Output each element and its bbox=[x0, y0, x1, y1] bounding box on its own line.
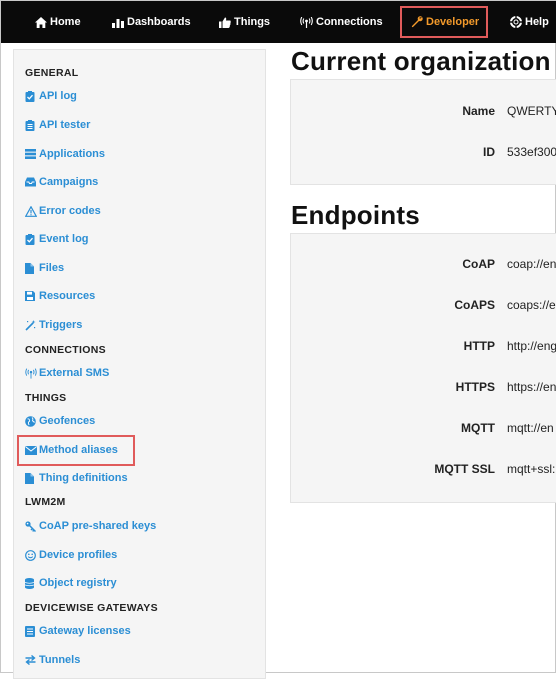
nav-developer-label: Developer bbox=[426, 16, 480, 28]
sidebar-item-event-log[interactable]: Event log bbox=[25, 233, 89, 245]
section-gateways-heading: DEVICEWISE GATEWAYS bbox=[25, 602, 158, 614]
sidebar-item-label: Error codes bbox=[39, 205, 101, 217]
endpoint-coaps-label: CoAPS bbox=[454, 298, 495, 312]
endpoint-mqtt-label: MQTT bbox=[461, 421, 495, 435]
endpoint-coap-value: coap://en bbox=[507, 257, 556, 271]
bar-chart-icon bbox=[112, 17, 124, 28]
file-icon bbox=[25, 262, 38, 274]
endpoint-mqtt-ssl-label: MQTT SSL bbox=[434, 462, 495, 476]
org-name-value: QWERTY bbox=[507, 104, 556, 118]
clipboard-check-icon bbox=[25, 90, 38, 102]
lifebuoy-icon bbox=[510, 16, 522, 28]
sidebar-item-external-sms[interactable]: External SMS bbox=[25, 367, 109, 379]
sidebar-item-label: CoAP pre-shared keys bbox=[39, 520, 157, 532]
nav-connections[interactable]: Connections bbox=[300, 1, 383, 43]
section-connections-heading: CONNECTIONS bbox=[25, 344, 106, 356]
smiley-face-icon bbox=[25, 549, 38, 561]
sidebar-item-triggers[interactable]: Triggers bbox=[25, 319, 82, 331]
clipboard-check-icon bbox=[25, 233, 38, 245]
sidebar-item-files[interactable]: Files bbox=[25, 262, 64, 274]
envelope-icon bbox=[25, 445, 38, 455]
nav-home[interactable]: Home bbox=[35, 1, 81, 43]
file-icon bbox=[25, 472, 38, 484]
nav-things[interactable]: Things bbox=[219, 1, 270, 43]
sidebar-item-label: Object registry bbox=[39, 577, 117, 589]
sidebar-item-label: API tester bbox=[39, 119, 91, 131]
sidebar-item-applications[interactable]: Applications bbox=[25, 148, 105, 160]
org-name-label: Name bbox=[462, 104, 495, 118]
sidebar-item-error-codes[interactable]: Error codes bbox=[25, 205, 101, 217]
section-general-heading: GENERAL bbox=[25, 67, 79, 79]
endpoint-coap-label: CoAP bbox=[462, 257, 495, 271]
org-id-label: ID bbox=[483, 145, 495, 159]
endpoint-http-value: http://eng bbox=[507, 339, 556, 353]
sidebar-item-label: Geofences bbox=[39, 415, 96, 427]
sidebar-item-method-aliases[interactable]: Method aliases bbox=[25, 444, 118, 456]
sidebar-item-object-registry[interactable]: Object registry bbox=[25, 577, 117, 589]
sidebar-item-api-tester[interactable]: API tester bbox=[25, 119, 90, 131]
sidebar-item-tunnels[interactable]: Tunnels bbox=[25, 654, 80, 666]
sidebar-item-thing-definitions[interactable]: Thing definitions bbox=[25, 472, 128, 484]
database-icon bbox=[25, 577, 38, 589]
nav-things-label: Things bbox=[234, 16, 271, 28]
thumbs-up-icon bbox=[219, 17, 231, 28]
broadcast-icon bbox=[300, 16, 313, 28]
globe-icon bbox=[25, 415, 38, 427]
broadcast-icon bbox=[25, 367, 38, 379]
nav-help-label: Help bbox=[525, 16, 549, 28]
org-id-value: 533ef300 bbox=[507, 145, 556, 159]
endpoint-mqtt-value: mqtt://en bbox=[507, 421, 554, 435]
sidebar-item-device-profiles[interactable]: Device profiles bbox=[25, 549, 117, 561]
nav-developer[interactable]: Developer bbox=[411, 1, 479, 43]
sidebar-item-campaigns[interactable]: Campaigns bbox=[25, 176, 98, 188]
sidebar-item-coap-pre-shared-keys[interactable]: CoAP pre-shared keys bbox=[25, 520, 156, 532]
nav-dashboards-label: Dashboards bbox=[127, 16, 191, 28]
clipboard-list-icon bbox=[25, 119, 38, 131]
sidebar-item-label: External SMS bbox=[39, 367, 110, 379]
endpoint-mqtt-ssl-value: mqtt+ssl: bbox=[507, 462, 556, 476]
list-icon bbox=[25, 625, 38, 637]
sidebar-item-label: Campaigns bbox=[39, 176, 99, 188]
endpoint-http-label: HTTP bbox=[463, 339, 495, 353]
sidebar-item-label: Gateway licenses bbox=[39, 625, 131, 637]
wrench-icon bbox=[411, 16, 423, 28]
sidebar-item-resources[interactable]: Resources bbox=[25, 290, 95, 302]
current-organization-heading: Current organization bbox=[291, 46, 551, 76]
nav-home-label: Home bbox=[50, 16, 81, 28]
organization-panel: Name QWERTY ID 533ef300 bbox=[290, 79, 556, 185]
endpoint-https-value: https://en bbox=[507, 380, 556, 394]
save-disk-icon bbox=[25, 291, 38, 301]
sidebar-item-label: API log bbox=[39, 90, 77, 102]
nav-help[interactable]: Help bbox=[510, 1, 549, 43]
warning-triangle-icon bbox=[25, 205, 38, 217]
sidebar-item-geofences[interactable]: Geofences bbox=[25, 415, 95, 427]
sidebar-item-label: Thing definitions bbox=[39, 472, 128, 484]
sidebar-item-label: Method aliases bbox=[39, 444, 118, 456]
sidebar-item-label: Resources bbox=[39, 290, 96, 302]
developer-sidebar: GENERAL API log API tester Applications … bbox=[13, 49, 266, 679]
section-things-heading: THINGS bbox=[25, 392, 67, 404]
server-stack-icon bbox=[25, 149, 38, 159]
sidebar-item-api-log[interactable]: API log bbox=[25, 90, 77, 102]
sidebar-item-label: Files bbox=[39, 262, 65, 274]
endpoints-heading: Endpoints bbox=[291, 200, 420, 230]
sidebar-item-label: Triggers bbox=[39, 319, 83, 331]
nav-connections-label: Connections bbox=[316, 16, 383, 28]
sidebar-item-label: Tunnels bbox=[39, 654, 81, 666]
sidebar-item-label: Applications bbox=[39, 148, 106, 160]
inbox-icon bbox=[25, 177, 38, 187]
key-icon bbox=[25, 520, 38, 532]
sidebar-item-label: Event log bbox=[39, 233, 89, 245]
section-lwm2m-heading: LWM2M bbox=[25, 496, 66, 508]
top-navbar: Home Dashboards Things Connections Devel… bbox=[1, 1, 556, 43]
nav-dashboards[interactable]: Dashboards bbox=[112, 1, 191, 43]
endpoints-panel: CoAP coap://en CoAPS coaps://e HTTP http… bbox=[290, 233, 556, 503]
sidebar-item-label: Device profiles bbox=[39, 549, 118, 561]
home-icon bbox=[35, 16, 47, 28]
endpoint-coaps-value: coaps://e bbox=[507, 298, 556, 312]
magic-wand-icon bbox=[25, 319, 38, 331]
endpoint-https-label: HTTPS bbox=[455, 380, 495, 394]
exchange-arrows-icon bbox=[25, 655, 38, 665]
sidebar-item-gateway-licenses[interactable]: Gateway licenses bbox=[25, 625, 131, 637]
